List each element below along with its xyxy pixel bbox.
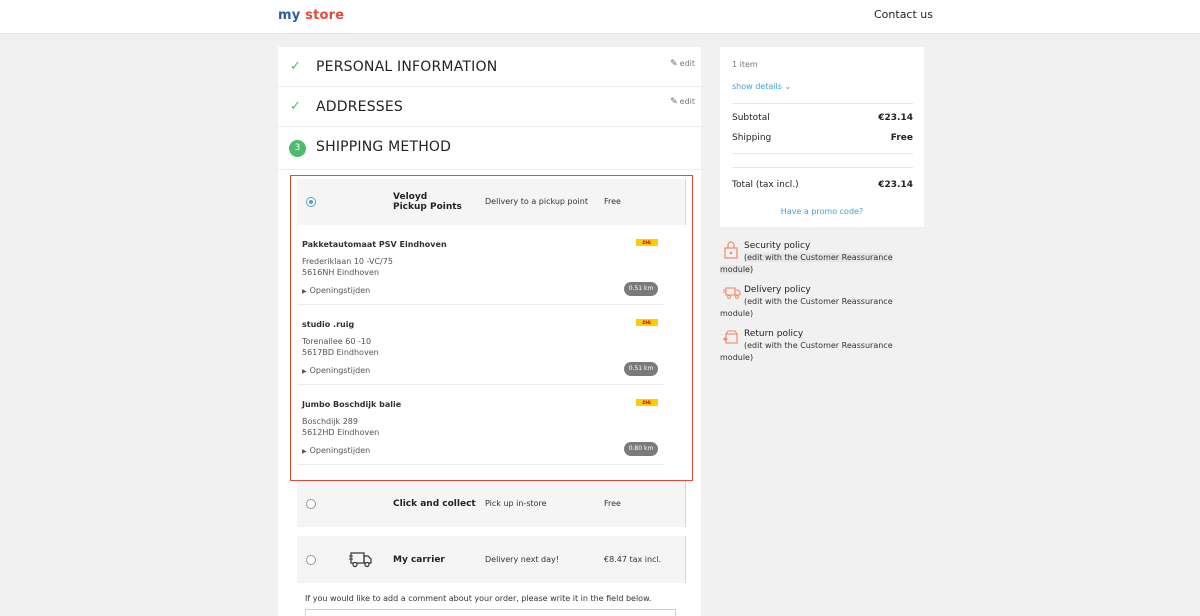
- carrier-option-my-carrier[interactable]: My carrier Delivery next day! €8.47 tax …: [297, 536, 686, 583]
- reassurance-description: (edit with the Customer Reassurance modu…: [720, 252, 920, 276]
- selection-highlight-box: [290, 175, 693, 481]
- show-details-label: show details: [732, 82, 782, 91]
- carrier-delay: Pick up in-store: [485, 499, 547, 508]
- cart-item-count: 1 item: [732, 60, 758, 69]
- subtotal-value: €23.14: [878, 113, 913, 123]
- carrier-name: My carrier: [393, 555, 445, 565]
- subtotal-label: Subtotal: [732, 113, 770, 123]
- edit-addresses-link[interactable]: ✎ edit: [670, 97, 695, 107]
- carrier-option-click-and-collect[interactable]: Click and collect Pick up in-store Free: [297, 481, 686, 527]
- reassurance-security: Security policy (edit with the Customer …: [720, 241, 920, 277]
- edit-personal-link[interactable]: ✎ edit: [670, 59, 695, 69]
- reassurance-title: Return policy: [744, 329, 804, 339]
- reassurance-delivery: Delivery policy (edit with the Customer …: [720, 285, 920, 321]
- step-personal-information[interactable]: ✓ PERSONAL INFORMATION ✎ edit: [278, 47, 701, 87]
- check-icon: ✓: [290, 99, 301, 114]
- reassurance-description: (edit with the Customer Reassurance modu…: [720, 297, 893, 318]
- cart-summary: 1 item show details ⌄ Subtotal €23.14 Sh…: [720, 47, 924, 227]
- reassurance-return: Return policy (edit with the Customer Re…: [720, 329, 920, 365]
- order-comment-label: If you would like to add a comment about…: [305, 594, 652, 603]
- step-title: PERSONAL INFORMATION: [316, 59, 498, 75]
- step-addresses[interactable]: ✓ ADDRESSES ✎ edit: [278, 87, 701, 127]
- order-comment-textarea[interactable]: [305, 609, 676, 616]
- reassurance-title: Security policy: [744, 241, 811, 251]
- shipping-value: Free: [890, 133, 913, 143]
- divider: [685, 536, 686, 583]
- divider: [732, 167, 913, 168]
- divider: [732, 153, 913, 154]
- logo-text-store: store: [305, 8, 345, 23]
- edit-label: edit: [679, 59, 695, 68]
- divider: [685, 481, 686, 527]
- truck-icon: [349, 550, 373, 572]
- carrier-name: Click and collect: [393, 499, 476, 509]
- carrier-radio-click-and-collect[interactable]: [306, 499, 316, 509]
- edit-label: edit: [679, 97, 695, 106]
- check-icon: ✓: [290, 59, 301, 74]
- carrier-price: €8.47 tax incl.: [604, 555, 662, 564]
- shipping-label: Shipping: [732, 133, 772, 143]
- carrier-delay: Delivery next day!: [485, 555, 559, 564]
- pencil-icon: ✎: [670, 97, 678, 107]
- total-label: Total (tax incl.): [732, 180, 799, 190]
- step-title: ADDRESSES: [316, 99, 404, 115]
- chevron-down-icon: ⌄: [784, 82, 792, 91]
- show-details-link[interactable]: show details ⌄: [732, 82, 791, 91]
- divider: [732, 103, 913, 104]
- site-header: my store Contact us: [0, 0, 1200, 34]
- step-title: SHIPPING METHOD: [316, 139, 452, 155]
- reassurance-description: (edit with the Customer Reassurance modu…: [720, 341, 893, 362]
- step-number-badge: 3: [289, 140, 306, 157]
- step-shipping-method: 3 SHIPPING METHOD: [278, 127, 701, 170]
- logo-text-my: my: [278, 8, 301, 23]
- total-value: €23.14: [878, 180, 913, 190]
- promo-code-link[interactable]: Have a promo code?: [720, 207, 924, 216]
- store-logo[interactable]: my store: [278, 8, 344, 23]
- carrier-price: Free: [604, 499, 621, 508]
- pencil-icon: ✎: [670, 59, 678, 69]
- carrier-radio-my-carrier[interactable]: [306, 555, 316, 565]
- reassurance-description-text: (edit with the Customer Reassurance modu…: [720, 253, 893, 274]
- contact-us-link[interactable]: Contact us: [874, 8, 933, 21]
- reassurance-title: Delivery policy: [744, 285, 811, 295]
